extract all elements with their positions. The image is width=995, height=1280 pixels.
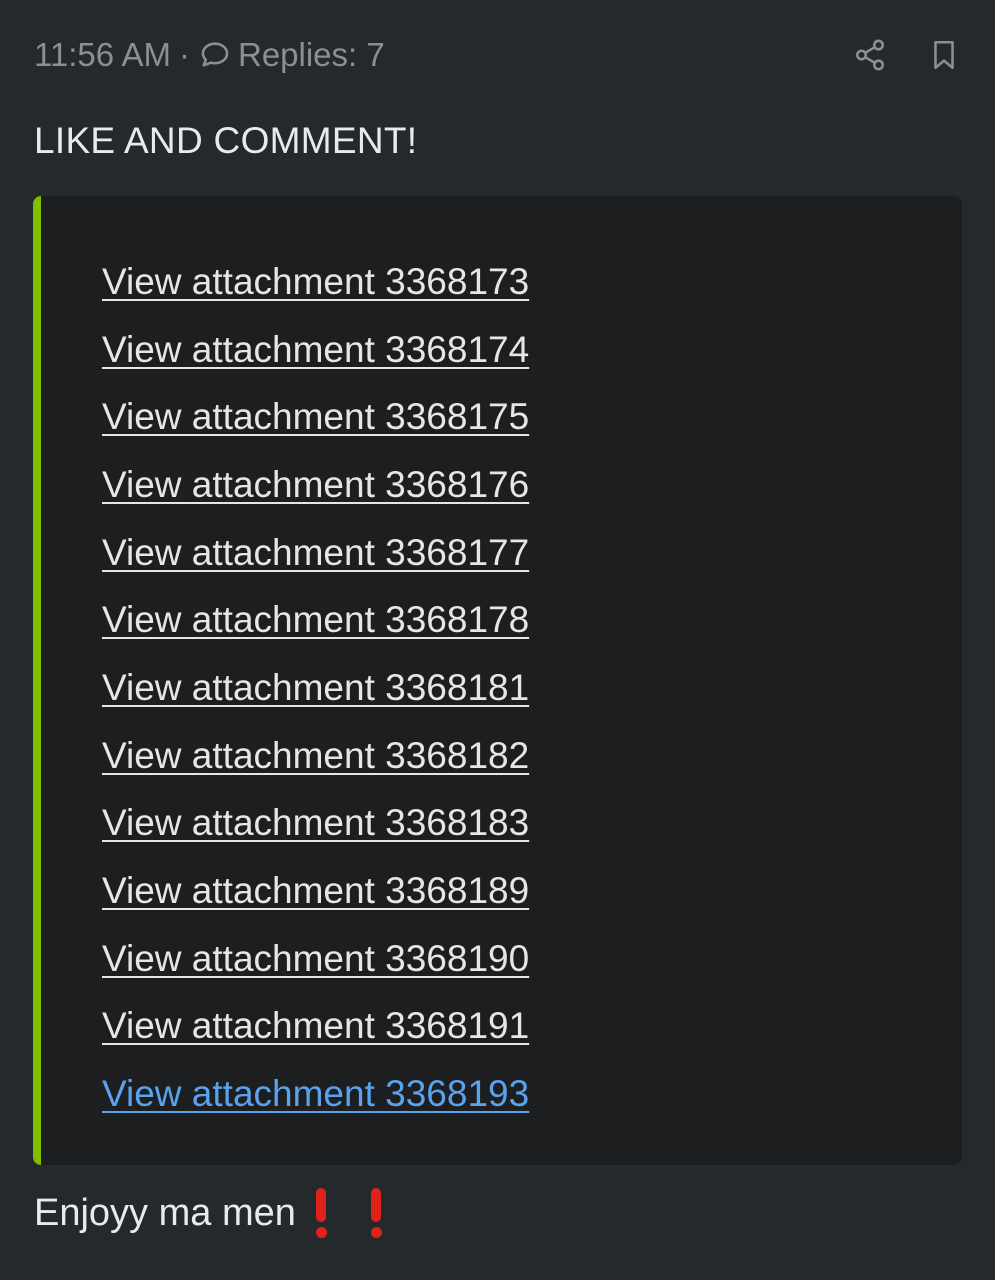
attachment-link[interactable]: View attachment 3368190 <box>102 938 529 980</box>
list-item: View attachment 3368193 <box>102 1060 529 1128</box>
list-item: View attachment 3368181 <box>102 654 529 722</box>
bookmark-icon[interactable] <box>927 37 961 73</box>
post-time[interactable]: 11:56 AM <box>34 36 171 74</box>
exclamation-dot <box>315 1227 327 1238</box>
footer-message: Enjoyy ma men <box>34 1191 296 1234</box>
exclamation-bar <box>371 1188 382 1222</box>
exclamation-emoji <box>370 1188 382 1238</box>
attachment-link[interactable]: View attachment 3368173 <box>102 261 529 303</box>
attachment-link-visited[interactable]: View attachment 3368193 <box>102 1073 529 1115</box>
attachments-block: View attachment 3368173 View attachment … <box>33 196 962 1165</box>
attachment-link[interactable]: View attachment 3368191 <box>102 1005 529 1047</box>
post-actions <box>853 37 961 73</box>
share-icon[interactable] <box>853 38 887 72</box>
attachment-link[interactable]: View attachment 3368182 <box>102 735 529 777</box>
attachment-link[interactable]: View attachment 3368178 <box>102 599 529 641</box>
exclamation-emoji <box>315 1188 327 1238</box>
attachment-link[interactable]: View attachment 3368174 <box>102 329 529 371</box>
exclamation-dot <box>370 1227 382 1238</box>
attachment-link[interactable]: View attachment 3368181 <box>102 667 529 709</box>
replies-count[interactable]: Replies: 7 <box>238 36 385 74</box>
list-item: View attachment 3368182 <box>102 722 529 790</box>
comment-bubble-icon <box>198 38 232 72</box>
forum-post: 11:56 AM · Replies: 7 LIKE AND COMMENT! … <box>0 0 995 1280</box>
attachment-link[interactable]: View attachment 3368175 <box>102 396 529 438</box>
list-item: View attachment 3368174 <box>102 316 529 384</box>
list-item: View attachment 3368176 <box>102 451 529 519</box>
list-item: View attachment 3368173 <box>102 248 529 316</box>
list-item: View attachment 3368177 <box>102 519 529 587</box>
attachment-link[interactable]: View attachment 3368183 <box>102 802 529 844</box>
attachment-link[interactable]: View attachment 3368189 <box>102 870 529 912</box>
post-meta: 11:56 AM · Replies: 7 <box>34 36 385 74</box>
meta-separator: · <box>178 36 190 73</box>
list-item: View attachment 3368191 <box>102 993 529 1061</box>
post-meta-bar: 11:56 AM · Replies: 7 <box>34 30 961 80</box>
attachment-list: View attachment 3368173 View attachment … <box>102 248 529 1128</box>
list-item: View attachment 3368190 <box>102 925 529 993</box>
post-headline: LIKE AND COMMENT! <box>34 120 418 161</box>
post-footer: Enjoyy ma men <box>34 1188 382 1238</box>
list-item: View attachment 3368178 <box>102 586 529 654</box>
attachment-link[interactable]: View attachment 3368176 <box>102 464 529 506</box>
list-item: View attachment 3368175 <box>102 383 529 451</box>
attachment-link[interactable]: View attachment 3368177 <box>102 532 529 574</box>
list-item: View attachment 3368189 <box>102 857 529 925</box>
exclamation-bar <box>316 1188 327 1222</box>
list-item: View attachment 3368183 <box>102 790 529 858</box>
